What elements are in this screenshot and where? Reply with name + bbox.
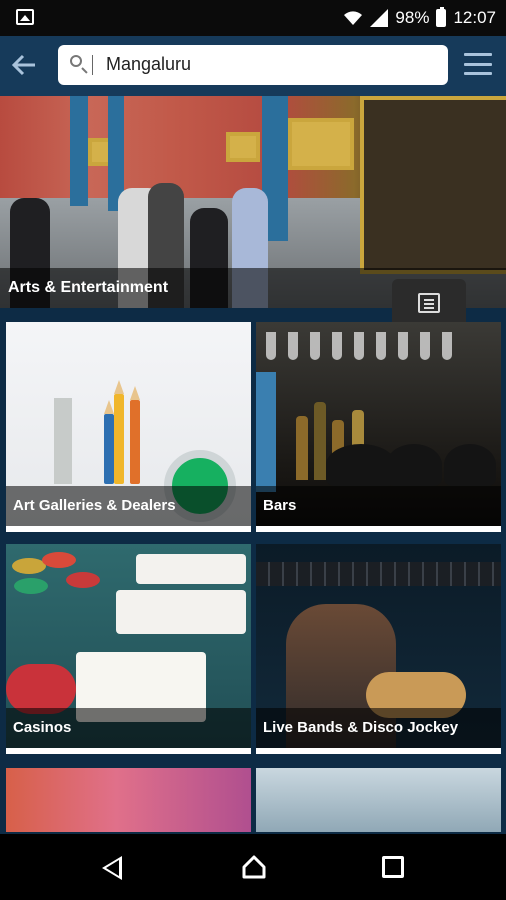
category-label: Live Bands & Disco Jockey [263, 719, 459, 736]
list-view-icon [418, 292, 440, 313]
category-label: Casinos [13, 719, 72, 736]
status-bar: 98% 12:07 [0, 0, 506, 36]
nav-recents-icon[interactable] [382, 856, 404, 878]
app-bar: Mangaluru [0, 36, 506, 96]
back-button[interactable] [10, 50, 38, 80]
system-nav-bar [0, 834, 506, 900]
status-right: 98% 12:07 [343, 6, 496, 30]
battery-icon [436, 7, 447, 27]
menu-icon [464, 53, 492, 56]
menu-button[interactable] [464, 53, 492, 75]
clock: 12:07 [453, 8, 496, 27]
wifi-icon [344, 11, 363, 25]
list-view-toggle[interactable] [392, 279, 466, 326]
hero-label: Arts & Entertainment [8, 279, 169, 296]
signal-icon [370, 9, 389, 27]
search-input[interactable]: Mangaluru [58, 45, 448, 85]
category-tile-casinos[interactable]: Casinos [6, 544, 251, 754]
search-icon [70, 55, 82, 67]
category-tile-partial-left[interactable] [6, 768, 251, 832]
category-tile-live-bands[interactable]: Live Bands & Disco Jockey [256, 544, 501, 754]
nav-home-icon[interactable] [241, 854, 267, 880]
image-icon [16, 9, 34, 25]
category-tile-partial-right[interactable] [256, 768, 501, 832]
battery-percent: 98% [395, 8, 430, 27]
category-tile-art-galleries[interactable]: Art Galleries & Dealers [6, 322, 251, 532]
category-tile-bars[interactable]: Bars [256, 322, 501, 532]
category-label: Bars [263, 497, 297, 514]
category-label: Art Galleries & Dealers [13, 497, 176, 514]
back-arrow-icon [11, 54, 35, 76]
search-divider [92, 55, 93, 75]
search-value: Mangaluru [106, 54, 192, 74]
category-hero-arts-entertainment[interactable]: Arts & Entertainment [0, 96, 506, 308]
nav-back-icon[interactable] [102, 856, 122, 880]
